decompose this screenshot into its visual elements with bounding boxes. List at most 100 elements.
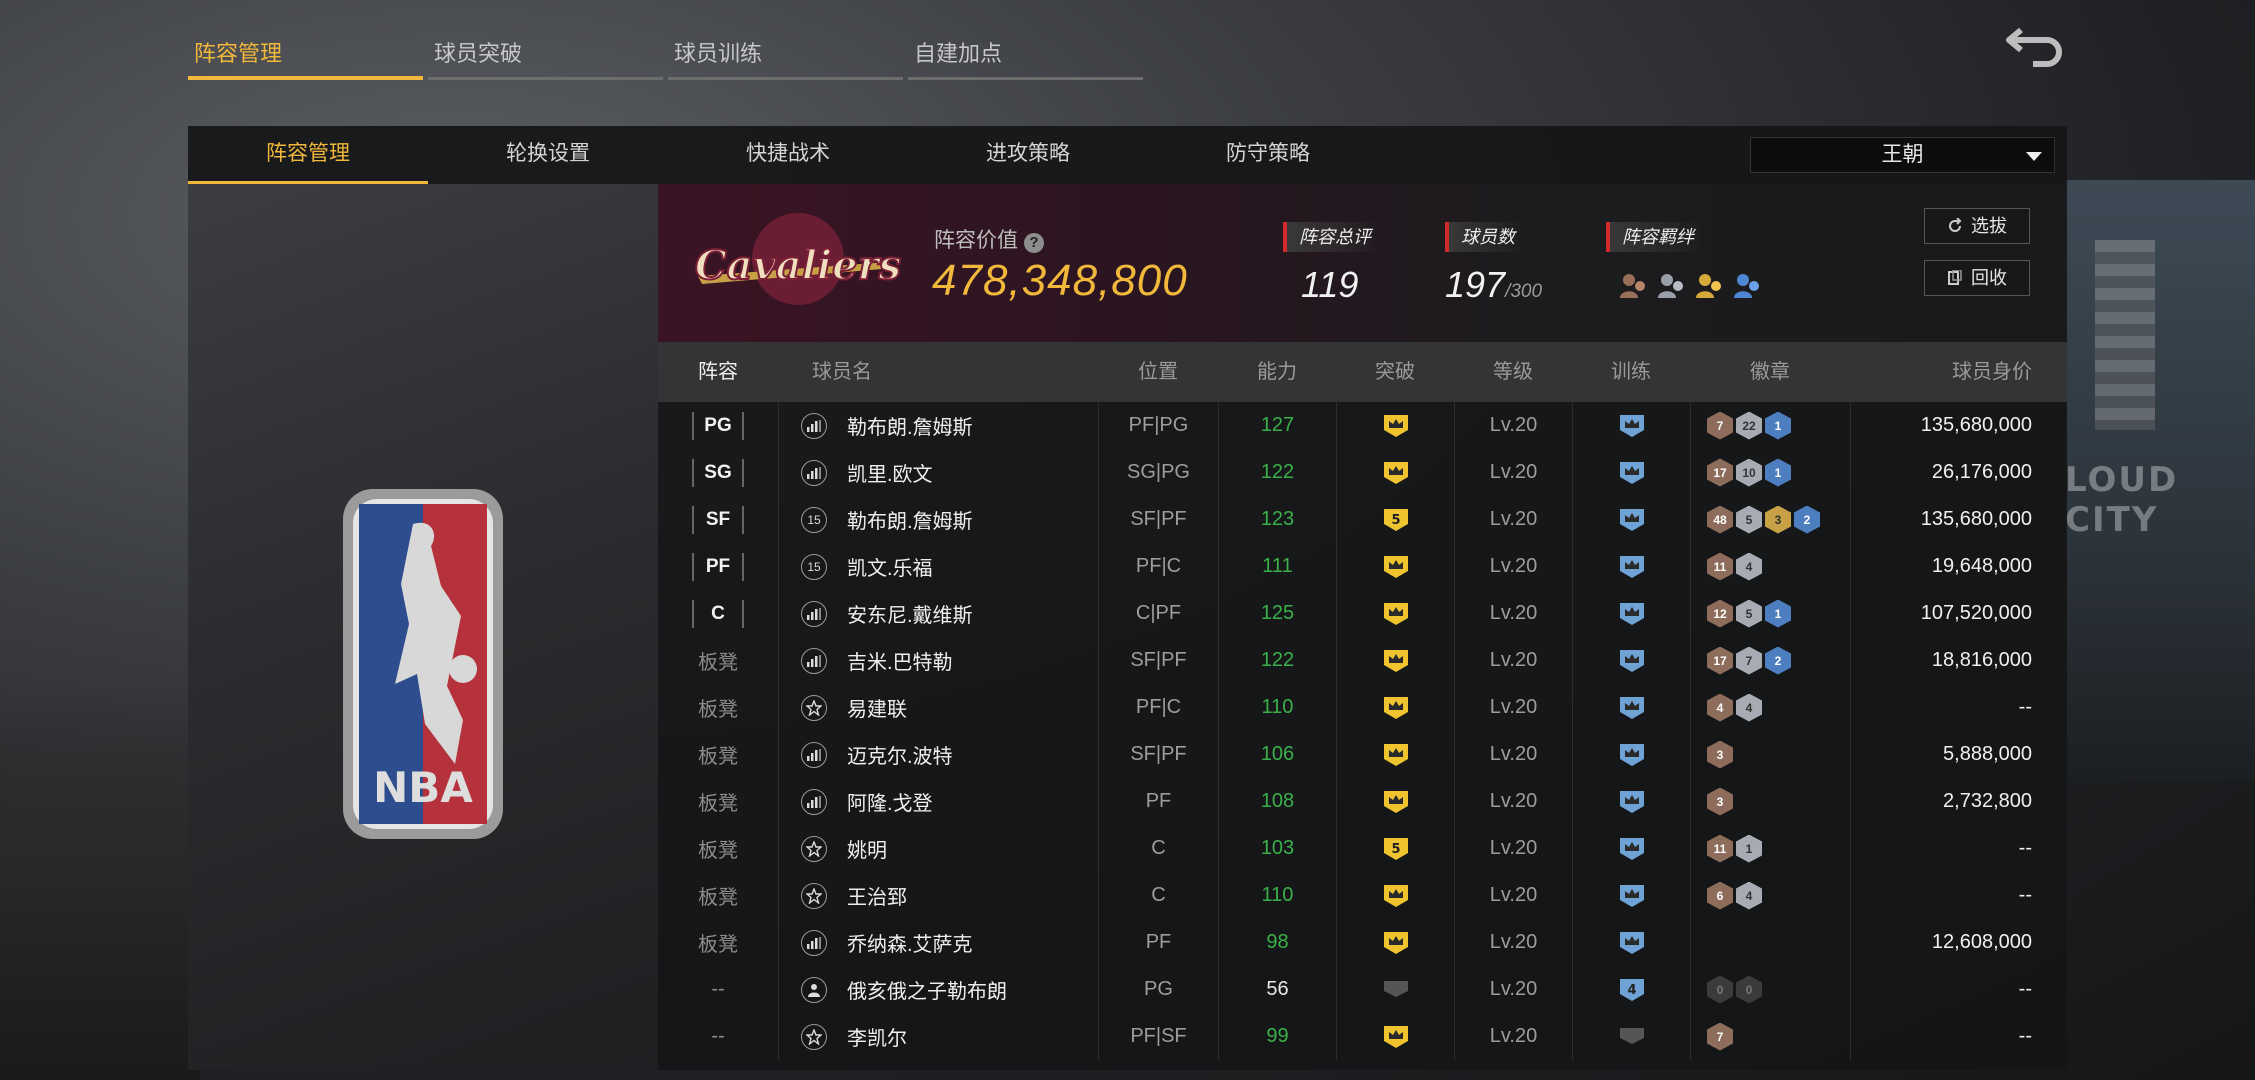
lineup-slot[interactable]: 板凳 [658, 693, 778, 722]
tab-custom-points[interactable]: 自建加点 [908, 28, 1143, 80]
table-row[interactable]: SF 15 勒布朗.詹姆斯 SF|PF 123 5 Lv.20 48 5 3 2 135,680,00… [658, 496, 2058, 543]
badges-cell[interactable]: 17 7 2 [1690, 637, 1850, 684]
breakthrough-cell[interactable] [1336, 731, 1454, 778]
breakthrough-cell[interactable] [1336, 449, 1454, 496]
breakthrough-cell[interactable]: 5 [1336, 496, 1454, 543]
header-price[interactable]: 球员身价 [1850, 342, 2058, 402]
training-cell[interactable] [1572, 449, 1690, 496]
badges-cell[interactable]: 7 [1690, 1013, 1850, 1060]
badges-cell[interactable]: 7 22 1 [1690, 402, 1850, 449]
badges-cell[interactable]: 48 5 3 2 [1690, 496, 1850, 543]
tab-player-training[interactable]: 球员训练 [668, 28, 903, 80]
lineup-slot[interactable]: PG [658, 411, 778, 440]
badges-cell[interactable]: 17 10 1 [1690, 449, 1850, 496]
training-cell[interactable] [1572, 872, 1690, 919]
bond-bronze-icon[interactable] [1618, 270, 1650, 302]
header-position[interactable]: 位置 [1098, 342, 1218, 402]
subtab-lineup[interactable]: 阵容管理 [188, 126, 428, 184]
training-cell[interactable] [1572, 637, 1690, 684]
table-row[interactable]: -- 俄亥俄之子勒布朗 PG 56 Lv.20 4 0 0 -- [658, 966, 2058, 1013]
lineup-slot[interactable]: 板凳 [658, 646, 778, 675]
training-cell[interactable] [1572, 684, 1690, 731]
table-row[interactable]: C 安东尼.戴维斯 C|PF 125 Lv.20 12 5 1 107,520,000 [658, 590, 2058, 637]
player-name-cell[interactable]: 15 勒布朗.詹姆斯 [778, 496, 1098, 543]
breakthrough-cell[interactable] [1336, 1013, 1454, 1060]
player-name-cell[interactable]: 吉米.巴特勒 [778, 637, 1098, 684]
header-badges[interactable]: 徽章 [1690, 342, 1850, 402]
help-icon[interactable]: ? [1024, 233, 1044, 253]
bond-silver-icon[interactable] [1656, 270, 1688, 302]
table-row[interactable]: 板凳 阿隆.戈登 PF 108 Lv.20 3 2,732,800 [658, 778, 2058, 825]
subtab-offense-strategy[interactable]: 进攻策略 [908, 126, 1148, 184]
player-name-cell[interactable]: 阿隆.戈登 [778, 778, 1098, 825]
table-row[interactable]: PG 勒布朗.詹姆斯 PF|PG 127 Lv.20 7 22 1 135,680,000 [658, 402, 2058, 449]
player-name-cell[interactable]: 安东尼.戴维斯 [778, 590, 1098, 637]
badges-cell[interactable]: 00 [1690, 966, 1850, 1013]
lineup-slot[interactable]: 板凳 [658, 881, 778, 910]
lineup-slot[interactable]: PF [658, 552, 778, 581]
back-icon[interactable] [2003, 24, 2067, 68]
training-cell[interactable] [1572, 1013, 1690, 1060]
player-name-cell[interactable]: 15 凯文.乐福 [778, 543, 1098, 590]
recycle-button[interactable]: 回收 [1924, 260, 2030, 296]
breakthrough-cell[interactable] [1336, 966, 1454, 1013]
training-cell[interactable] [1572, 402, 1690, 449]
player-name-cell[interactable]: 李凯尔 [778, 1013, 1098, 1060]
breakthrough-cell[interactable] [1336, 919, 1454, 966]
dynasty-select[interactable]: 王朝 [1750, 137, 2055, 173]
lineup-slot[interactable]: SF [658, 505, 778, 534]
lineup-slot[interactable]: SG [658, 458, 778, 487]
badges-cell[interactable]: 11 4 [1690, 543, 1850, 590]
bond-blue-icon[interactable] [1732, 270, 1764, 302]
training-cell[interactable] [1572, 825, 1690, 872]
header-slot[interactable]: 阵容 [658, 342, 778, 402]
table-row[interactable]: 板凳 王治郅 C 110 Lv.20 6 4 -- [658, 872, 2058, 919]
breakthrough-cell[interactable] [1336, 543, 1454, 590]
breakthrough-cell[interactable] [1336, 402, 1454, 449]
player-name-cell[interactable]: 勒布朗.詹姆斯 [778, 402, 1098, 449]
breakthrough-cell[interactable] [1336, 590, 1454, 637]
table-row[interactable]: SG 凯里.欧文 SG|PG 122 Lv.20 17 10 1 26,176,000 [658, 449, 2058, 496]
table-row[interactable]: 板凳 吉米.巴特勒 SF|PF 122 Lv.20 17 7 2 18,816,000 [658, 637, 2058, 684]
training-cell[interactable] [1572, 543, 1690, 590]
subtab-defense-strategy[interactable]: 防守策略 [1148, 126, 1388, 184]
table-row[interactable]: -- 李凯尔 PF|SF 99 Lv.20 7 -- [658, 1013, 2058, 1060]
player-name-cell[interactable]: 姚明 [778, 825, 1098, 872]
lineup-slot[interactable]: 板凳 [658, 787, 778, 816]
player-name-cell[interactable]: 凯里.欧文 [778, 449, 1098, 496]
header-breakthrough[interactable]: 突破 [1336, 342, 1454, 402]
breakthrough-cell[interactable] [1336, 684, 1454, 731]
header-ability[interactable]: 能力 [1218, 342, 1336, 402]
badges-cell[interactable] [1690, 919, 1850, 966]
select-button[interactable]: 选拔 [1924, 208, 2030, 244]
training-cell[interactable] [1572, 919, 1690, 966]
lineup-slot[interactable]: -- [658, 1025, 778, 1048]
training-cell[interactable] [1572, 496, 1690, 543]
player-name-cell[interactable]: 王治郅 [778, 872, 1098, 919]
table-row[interactable]: 板凳 易建联 PF|C 110 Lv.20 4 4 -- [658, 684, 2058, 731]
breakthrough-cell[interactable] [1336, 778, 1454, 825]
player-name-cell[interactable]: 易建联 [778, 684, 1098, 731]
badges-cell[interactable]: 64 [1690, 872, 1850, 919]
subtab-quick-tactics[interactable]: 快捷战术 [668, 126, 908, 184]
training-cell[interactable] [1572, 731, 1690, 778]
table-row[interactable]: 板凳 乔纳森.艾萨克 PF 98 Lv.20 12,608,000 [658, 919, 2058, 966]
table-row[interactable]: PF 15 凯文.乐福 PF|C 111 Lv.20 11 4 19,648,000 [658, 543, 2058, 590]
lineup-slot[interactable]: C [658, 599, 778, 628]
badges-cell[interactable]: 11 1 [1690, 825, 1850, 872]
badges-cell[interactable]: 44 [1690, 684, 1850, 731]
badges-cell[interactable]: 3 [1690, 731, 1850, 778]
breakthrough-cell[interactable]: 5 [1336, 825, 1454, 872]
badges-cell[interactable]: 3 [1690, 778, 1850, 825]
lineup-slot[interactable]: -- [658, 978, 778, 1001]
bond-gold-icon[interactable] [1694, 270, 1726, 302]
lineup-slot[interactable]: 板凳 [658, 834, 778, 863]
header-name[interactable]: 球员名 [778, 342, 1098, 402]
tab-lineup-management[interactable]: 阵容管理 [188, 28, 423, 80]
subtab-rotation[interactable]: 轮换设置 [428, 126, 668, 184]
player-name-cell[interactable]: 迈克尔.波特 [778, 731, 1098, 778]
training-cell[interactable]: 4 [1572, 966, 1690, 1013]
header-level[interactable]: 等级 [1454, 342, 1572, 402]
tab-player-breakthrough[interactable]: 球员突破 [428, 28, 663, 80]
badges-cell[interactable]: 12 5 1 [1690, 590, 1850, 637]
